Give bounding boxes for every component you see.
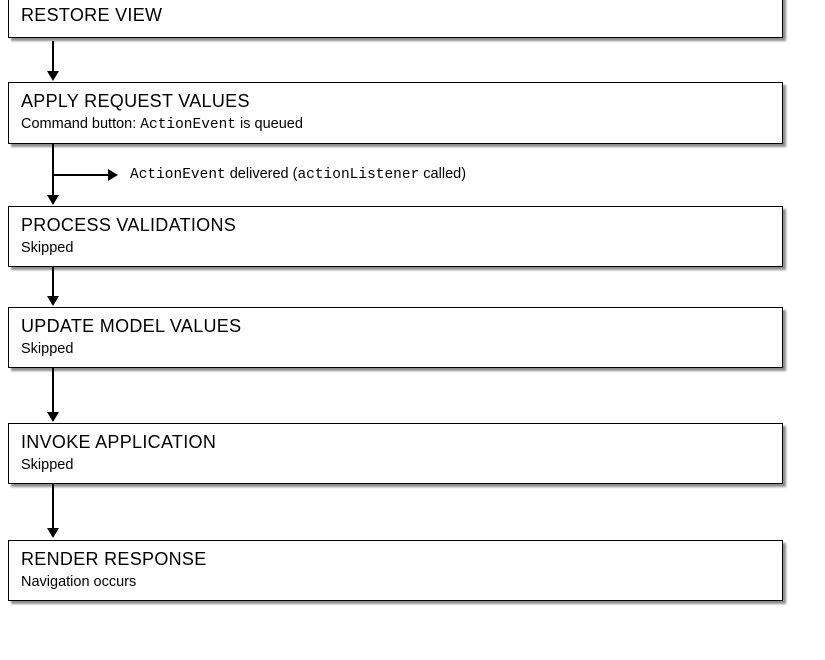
phase-title: UPDATE MODEL VALUES (21, 316, 770, 337)
annotation-code: ActionEvent (130, 167, 226, 183)
phase-subtitle: Navigation occurs (21, 574, 770, 590)
phase-restore-view: RESTORE VIEW (8, 0, 783, 38)
subtitle-text: is queued (236, 116, 303, 132)
subtitle-code: ActionEvent (140, 117, 236, 133)
arrow-right-icon (53, 169, 118, 181)
phase-subtitle: Skipped (21, 457, 770, 473)
phase-process-validations: PROCESS VALIDATIONS Skipped (8, 206, 783, 267)
annotation-code: actionListener (297, 167, 419, 183)
phase-apply-request-values: APPLY REQUEST VALUES Command button: Act… (8, 82, 783, 144)
phase-render-response: RENDER RESPONSE Navigation occurs (8, 540, 783, 601)
arrow-down-icon (45, 367, 61, 422)
phase-subtitle: Skipped (21, 341, 770, 357)
annotation-text: called) (419, 166, 466, 182)
phase-title: APPLY REQUEST VALUES (21, 91, 770, 112)
phase-title: RENDER RESPONSE (21, 549, 770, 570)
phase-subtitle: Command button: ActionEvent is queued (21, 116, 770, 133)
phase-subtitle: Skipped (21, 240, 770, 256)
branch-annotation: ActionEvent delivered (actionListener ca… (130, 166, 466, 183)
arrow-down-icon (45, 41, 61, 81)
annotation-text: delivered ( (226, 166, 298, 182)
phase-title: RESTORE VIEW (21, 5, 770, 26)
phase-title: INVOKE APPLICATION (21, 432, 770, 453)
subtitle-text: Command button: (21, 116, 140, 132)
phase-update-model-values: UPDATE MODEL VALUES Skipped (8, 307, 783, 368)
arrow-down-icon (45, 483, 61, 538)
phase-title: PROCESS VALIDATIONS (21, 215, 770, 236)
phase-invoke-application: INVOKE APPLICATION Skipped (8, 423, 783, 484)
arrow-down-icon (45, 266, 61, 306)
